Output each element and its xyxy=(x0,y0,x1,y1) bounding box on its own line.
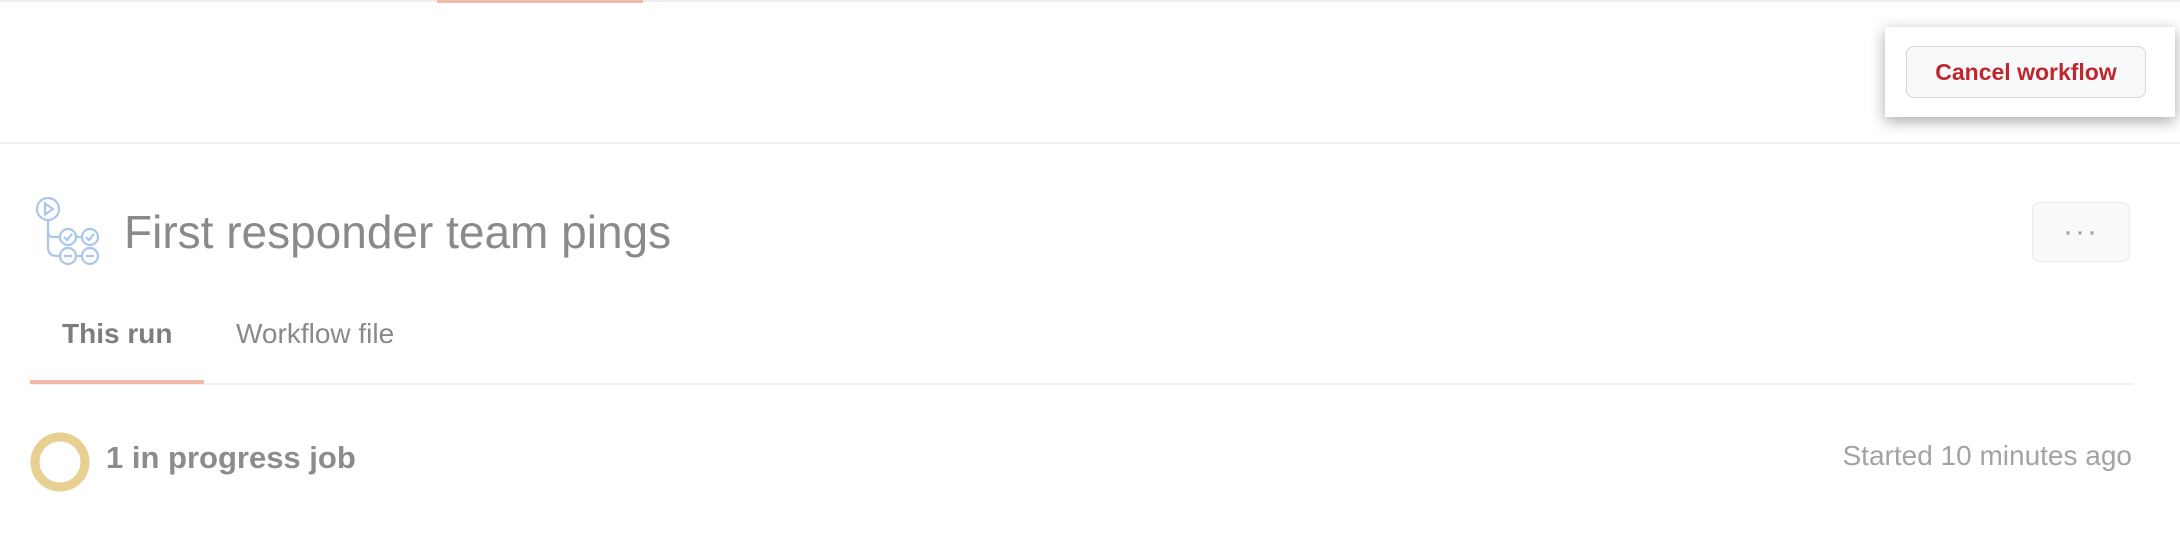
workflow-icon xyxy=(32,195,106,269)
more-options-button[interactable]: ··· xyxy=(2032,202,2130,262)
tab-workflow-file[interactable]: Workflow file xyxy=(236,318,394,350)
kebab-icon: ··· xyxy=(2063,215,2099,248)
in-progress-icon xyxy=(30,432,90,492)
actions-run-page: Cancel workflow First responder team pin… xyxy=(0,0,2180,560)
started-timestamp: Started 10 minutes ago xyxy=(1842,440,2132,471)
run-tabs: This run Workflow file xyxy=(30,300,2132,385)
workflow-title: First responder team pings xyxy=(124,206,672,258)
tab-this-run[interactable]: This run xyxy=(62,318,172,350)
header-band: Cancel workflow xyxy=(0,3,2180,144)
cancel-workflow-popout: Cancel workflow xyxy=(1885,27,2175,117)
job-status-text: 1 in progress job xyxy=(106,440,356,475)
cancel-workflow-button[interactable]: Cancel workflow xyxy=(1906,46,2146,98)
top-border xyxy=(0,0,2180,2)
active-tab-underline xyxy=(30,380,204,384)
